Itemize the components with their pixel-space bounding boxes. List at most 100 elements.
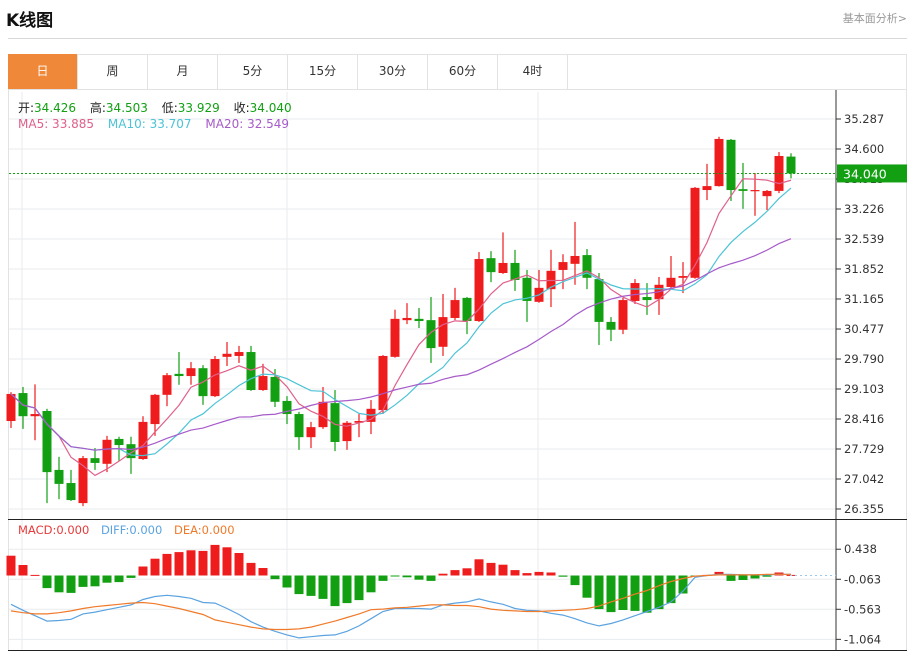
candle-up	[222, 353, 232, 357]
candle-up	[6, 393, 16, 422]
candle-up	[390, 318, 400, 357]
candle-up	[186, 368, 196, 377]
candle-up	[78, 458, 88, 504]
open-label: 开:	[18, 101, 35, 115]
macd-tick-label: 0.438	[844, 542, 877, 556]
macd-bar	[294, 575, 304, 595]
candle-down	[738, 189, 748, 191]
macd-bar	[450, 570, 460, 576]
dea-legend-value: DEA:0.000	[173, 523, 235, 537]
macd-bar	[510, 570, 520, 576]
close-label: 收:	[233, 101, 250, 115]
candle-up	[150, 394, 160, 425]
macd-bar	[138, 566, 148, 576]
candle-up	[570, 255, 580, 264]
candle-down	[642, 297, 652, 301]
macd-legend-value: MACD:0.000	[18, 523, 90, 537]
macd-bar	[642, 575, 652, 613]
candle-up	[306, 427, 316, 438]
close-value: 34.040	[249, 101, 292, 115]
price-tick-label: 29.103	[844, 382, 884, 396]
price-tick-label: 32.539	[844, 232, 884, 246]
ma5-line	[10, 178, 792, 477]
candle-up	[210, 359, 220, 397]
candle-up	[762, 190, 772, 197]
macd-bar	[246, 562, 256, 576]
macd-bar	[618, 575, 628, 610]
price-tick-label: 26.355	[844, 502, 884, 516]
high-label: 高:	[89, 101, 106, 115]
candle-up	[750, 190, 760, 192]
price-tick-label: 35.287	[844, 112, 884, 126]
price-tick-label: 34.600	[844, 142, 884, 156]
candle-down	[606, 321, 616, 330]
macd-tick-label: -0.063	[844, 572, 881, 586]
candle-down	[114, 438, 124, 446]
macd-bar	[474, 559, 484, 576]
macd-bar	[534, 571, 544, 576]
candle-up	[678, 276, 688, 278]
macd-bar	[438, 573, 448, 576]
candle-up	[558, 262, 568, 270]
macd-bar	[306, 575, 316, 596]
ohlc-legend: 开:34.426 高:34.503 低:33.929 收:34.040	[18, 99, 302, 116]
candle-up	[138, 421, 148, 460]
candle-up	[378, 355, 388, 411]
macd-bar	[90, 575, 100, 587]
candle-up	[618, 300, 628, 330]
macd-bar	[78, 575, 88, 587]
low-value: 33.929	[177, 101, 220, 115]
macd-bar	[222, 547, 232, 576]
macd-bar	[150, 558, 160, 576]
macd-bar	[102, 575, 112, 583]
candle-up	[666, 277, 676, 287]
candle-down	[54, 469, 64, 484]
candle-up	[714, 138, 724, 187]
candle-up	[258, 376, 268, 391]
price-tick-label: 29.790	[844, 352, 884, 366]
price-tick-label: 33.226	[844, 202, 884, 216]
candle-up	[438, 317, 448, 347]
macd-bar	[414, 575, 424, 580]
candle-down	[270, 376, 280, 402]
macd-bar	[54, 575, 64, 593]
macd-bar	[522, 573, 532, 576]
macd-bar	[30, 574, 40, 576]
macd-bar	[174, 552, 184, 576]
macd-bar	[126, 575, 136, 578]
ma10-line	[10, 187, 792, 457]
macd-tick-label: -1.064	[844, 632, 881, 646]
candle-up	[630, 283, 640, 301]
macd-bar	[378, 575, 388, 581]
macd-bar	[570, 575, 580, 586]
candle-up	[498, 262, 508, 274]
price-tick-label: 27.729	[844, 442, 884, 456]
macd-bar	[6, 555, 16, 576]
macd-bar	[282, 575, 292, 588]
macd-bar	[234, 553, 244, 576]
diff-legend-value: DIFF:0.000	[100, 523, 163, 537]
macd-bar	[330, 575, 340, 607]
macd-bar	[66, 575, 76, 593]
ma-legend: MA5: 33.885 MA10: 33.707 MA20: 32.549	[18, 117, 299, 131]
macd-bar	[726, 575, 736, 581]
candle-up	[450, 300, 460, 318]
price-tick-label: 31.852	[844, 262, 884, 276]
candle-down	[486, 258, 496, 273]
macd-bar	[162, 553, 172, 576]
high-value: 34.503	[105, 101, 148, 115]
candle-down	[294, 414, 304, 438]
open-value: 34.426	[34, 101, 77, 115]
macd-bar	[342, 575, 352, 604]
macd-bar	[462, 568, 472, 576]
ma20-legend: MA20: 32.549	[205, 117, 290, 131]
macd-bar	[354, 575, 364, 601]
price-tick-label: 27.042	[844, 472, 884, 486]
price-tick-label: 30.477	[844, 322, 884, 336]
candle-up	[234, 352, 244, 356]
macd-bar	[546, 572, 556, 576]
candle-down	[246, 352, 256, 391]
macd-bar	[582, 575, 592, 598]
macd-bar	[18, 565, 28, 576]
kline-chart[interactable]: 35.28734.60033.91333.22632.53931.85231.1…	[0, 0, 911, 652]
